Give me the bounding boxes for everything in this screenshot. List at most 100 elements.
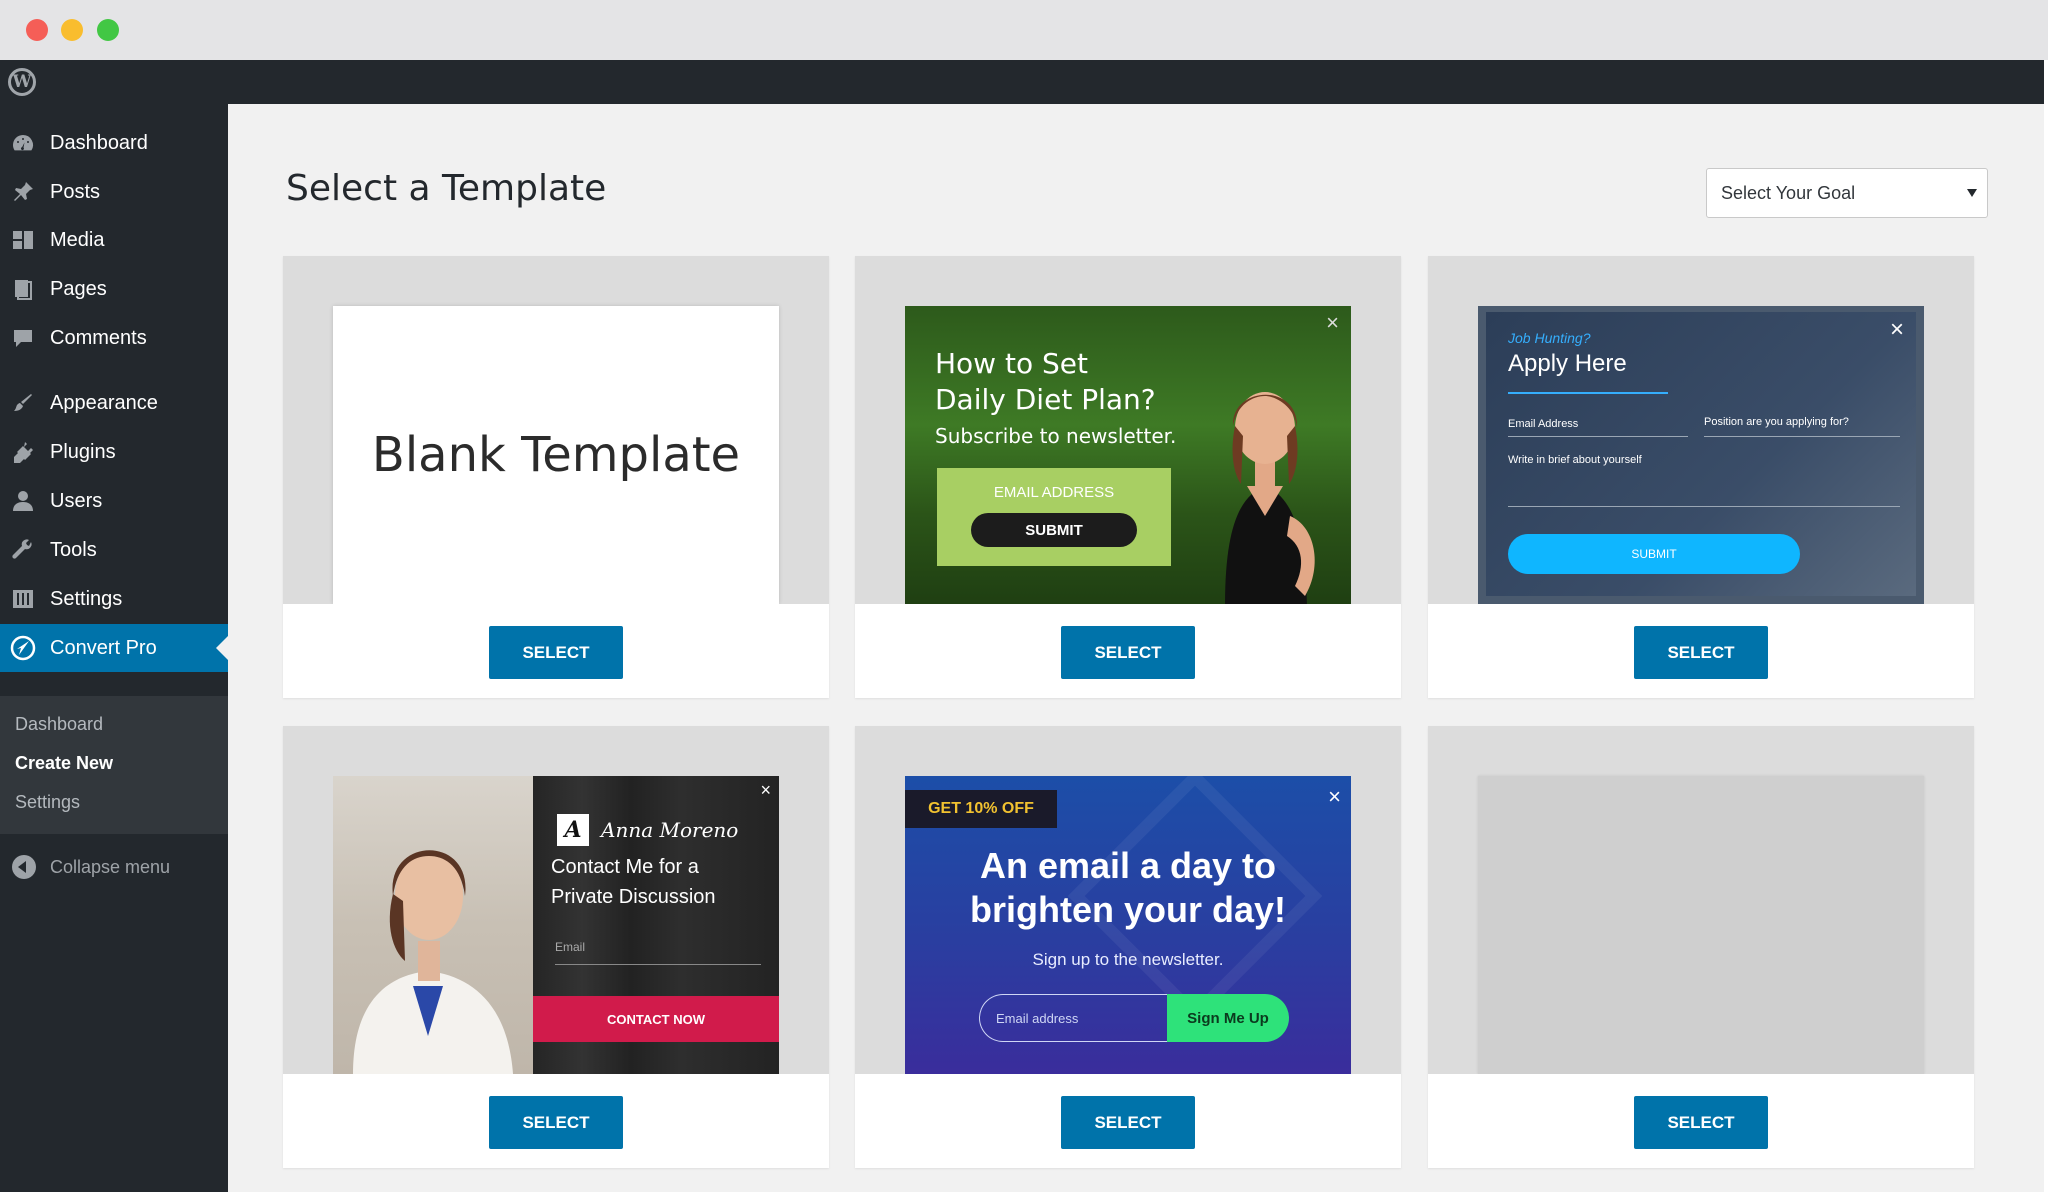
sidebar-item-appearance[interactable]: Appearance — [0, 379, 228, 427]
wordpress-logo-icon[interactable]: W — [8, 68, 36, 96]
pages-icon — [10, 276, 36, 302]
field-underline — [1508, 506, 1900, 507]
sidebar-item-label: Users — [50, 489, 103, 512]
sidebar-item-label: Comments — [50, 326, 147, 349]
portrait-photo — [333, 776, 533, 1074]
sidebar-item-dashboard[interactable]: Dashboard — [0, 119, 228, 167]
close-icon: × — [1328, 784, 1341, 809]
template-thumbnail: GET 10% OFF × An email a day to brighten… — [905, 776, 1351, 1074]
media-icon — [10, 227, 36, 253]
sidebar-item-label: Pages — [50, 277, 107, 300]
admin-sidebar: Dashboard Posts Media Pages Comments App… — [0, 104, 228, 1192]
window-maximize-button[interactable] — [97, 19, 119, 41]
collapse-menu-label: Collapse menu — [50, 856, 171, 877]
sidebar-item-media[interactable]: Media — [0, 216, 228, 264]
select-button[interactable]: SELECT — [489, 1096, 623, 1149]
select-button[interactable]: SELECT — [489, 626, 623, 679]
window-titlebar — [0, 0, 2048, 60]
chevron-down-icon — [1967, 189, 1977, 197]
template-name: Blank Template — [371, 427, 741, 483]
email-label: Email — [555, 940, 586, 954]
goal-select-value: Select Your Goal — [1721, 182, 1856, 203]
submenu-item-settings[interactable]: Settings — [15, 792, 80, 813]
select-button[interactable]: SELECT — [1634, 1096, 1768, 1149]
template-thumbnail: Job Hunting? Apply Here Email Address Po… — [1478, 306, 1924, 604]
template-heading: How to Set Daily Diet Plan? — [935, 346, 1156, 418]
field-underline — [1704, 436, 1900, 437]
template-card-blank: Blank Template SELECT — [283, 256, 829, 698]
template-preview[interactable]: × How to Set Daily Diet Plan? Subscribe … — [855, 256, 1401, 604]
plug-icon — [10, 439, 36, 465]
collapse-icon — [12, 855, 36, 879]
sidebar-item-users[interactable]: Users — [0, 477, 228, 525]
email-label: Email Address — [1508, 418, 1579, 430]
sidebar-item-pages[interactable]: Pages — [0, 265, 228, 313]
woman-illustration — [1225, 392, 1315, 604]
heading-line: brighten your day! — [969, 889, 1287, 930]
template-thumbnail: A Anna Moreno Contact Me for a Private D… — [333, 776, 779, 1074]
sidebar-item-posts[interactable]: Posts — [0, 168, 228, 216]
sidebar-item-label: Dashboard — [50, 131, 148, 154]
close-icon: × — [1326, 310, 1339, 335]
template-heading: Contact Me for a Private Discussion — [551, 852, 716, 912]
discount-badge: GET 10% OFF — [905, 790, 1057, 828]
select-button[interactable]: SELECT — [1634, 626, 1768, 679]
sidebar-item-plugins[interactable]: Plugins — [0, 428, 228, 476]
template-preview[interactable]: Job Hunting? Apply Here Email Address Po… — [1428, 256, 1974, 604]
admin-bar: W — [0, 60, 2044, 104]
goal-select[interactable]: Select Your Goal — [1706, 168, 1988, 218]
template-kicker: Job Hunting? — [1508, 330, 1591, 346]
dashboard-icon — [10, 130, 36, 156]
sidebar-item-comments[interactable]: Comments — [0, 314, 228, 362]
window-minimize-button[interactable] — [61, 19, 83, 41]
sidebar-item-label: Appearance — [50, 391, 158, 414]
convert-pro-submenu: Dashboard Create New Settings — [0, 696, 228, 834]
select-button[interactable]: SELECT — [1061, 1096, 1195, 1149]
form-panel: Job Hunting? Apply Here Email Address Po… — [1486, 312, 1916, 596]
heading-line: An email a day to — [979, 845, 1277, 886]
submit-pill: SUBMIT — [971, 513, 1137, 547]
user-icon — [10, 488, 36, 514]
sidebar-item-label: Media — [50, 228, 105, 251]
wrench-icon — [10, 537, 36, 563]
select-button[interactable]: SELECT — [1061, 626, 1195, 679]
template-card-contact: A Anna Moreno Contact Me for a Private D… — [283, 726, 829, 1168]
template-subtitle: Subscribe to newsletter. — [935, 424, 1177, 448]
heading-underline — [1508, 392, 1668, 394]
template-preview[interactable]: Blank Template — [283, 256, 829, 604]
sidebar-item-settings[interactable]: Settings — [0, 575, 228, 623]
contact-pill: CONTACT NOW — [533, 996, 779, 1042]
brand-logo: A — [557, 814, 589, 846]
signature: Anna Moreno — [601, 818, 739, 842]
sidebar-item-label: Convert Pro — [50, 636, 157, 659]
field-underline — [1508, 436, 1688, 437]
window-close-button[interactable] — [26, 19, 48, 41]
submenu-item-create-new[interactable]: Create New — [15, 753, 113, 774]
template-card-newsletter: GET 10% OFF × An email a day to brighten… — [855, 726, 1401, 1168]
sidebar-item-convert-pro[interactable]: Convert Pro — [0, 624, 228, 672]
heading-line: Contact Me for a — [551, 856, 699, 878]
close-icon: × — [1889, 316, 1904, 343]
sidebar-item-label: Plugins — [50, 440, 116, 463]
email-label: EMAIL ADDRESS — [993, 484, 1115, 501]
collapse-menu-button[interactable]: Collapse menu — [0, 847, 170, 887]
template-thumbnail: × How to Set Daily Diet Plan? Subscribe … — [905, 306, 1351, 604]
template-thumbnail: Blank Template — [333, 306, 779, 604]
active-indicator — [216, 636, 228, 660]
heading-line: Daily Diet Plan? — [935, 383, 1156, 416]
sidebar-item-tools[interactable]: Tools — [0, 526, 228, 574]
email-placeholder: Email address — [979, 994, 1179, 1042]
template-preview[interactable] — [1428, 726, 1974, 1074]
template-preview[interactable]: GET 10% OFF × An email a day to brighten… — [855, 726, 1401, 1074]
template-heading: Apply Here — [1508, 350, 1627, 377]
sidebar-item-label: Tools — [50, 538, 97, 561]
pin-icon — [10, 179, 36, 205]
template-heading: An email a day to brighten your day! — [905, 844, 1351, 932]
submenu-item-dashboard[interactable]: Dashboard — [15, 714, 103, 735]
portrait-illustration — [353, 850, 513, 1074]
template-preview[interactable]: A Anna Moreno Contact Me for a Private D… — [283, 726, 829, 1074]
heading-line: How to Set — [935, 347, 1088, 380]
sidebar-item-label: Settings — [50, 587, 123, 610]
sign-up-pill: Sign Me Up — [1167, 994, 1289, 1042]
template-card-job-application: Job Hunting? Apply Here Email Address Po… — [1428, 256, 1974, 698]
